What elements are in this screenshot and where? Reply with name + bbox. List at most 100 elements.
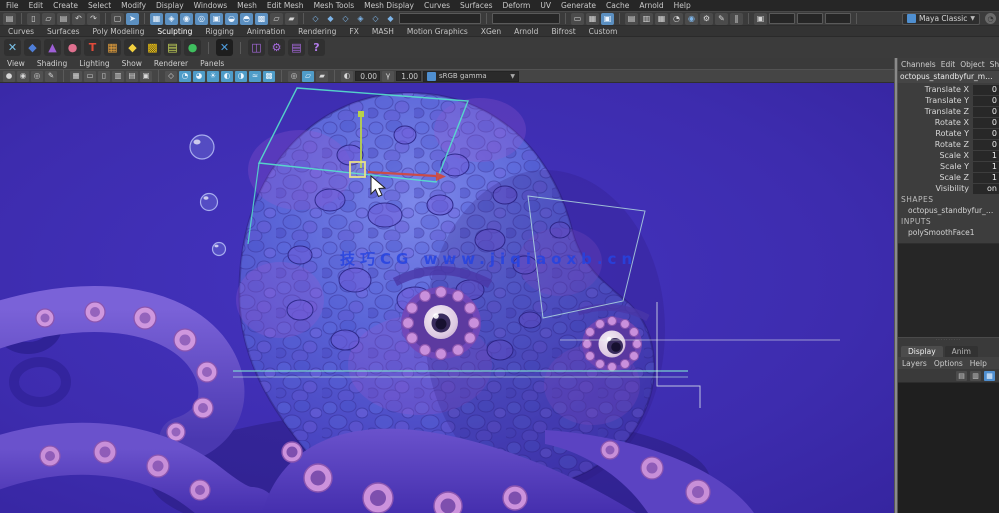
panel-menu-panels[interactable]: Panels <box>200 59 224 68</box>
channel-row[interactable]: Scale X 1 <box>898 150 999 161</box>
channel-row[interactable]: Scale Y 1 <box>898 161 999 172</box>
gamma-icon[interactable]: γ <box>382 70 394 82</box>
menu-surfaces[interactable]: Surfaces <box>460 1 492 10</box>
channel-row[interactable]: Translate Z 0 <box>898 106 999 117</box>
channel-row[interactable]: Rotate Z 0 <box>898 139 999 150</box>
panel-menu-lighting[interactable]: Lighting <box>79 59 109 68</box>
light-editor-icon[interactable]: ⚙ <box>700 12 713 25</box>
snap-together-icon[interactable]: ▩ <box>255 12 268 25</box>
shelf-tab-rendering[interactable]: Rendering <box>298 27 336 36</box>
snap-grid-icon[interactable]: ▦ <box>150 12 163 25</box>
channel-row[interactable]: Rotate Y 0 <box>898 128 999 139</box>
isolate-select-icon[interactable]: ◎ <box>288 70 300 82</box>
scene-selector-icon[interactable]: ▤ <box>3 12 16 25</box>
channel-value-field[interactable]: 0 <box>973 139 999 150</box>
gamma-field[interactable]: 1.00 <box>396 71 421 81</box>
render-current-frame-icon[interactable]: ▤ <box>625 12 638 25</box>
shelf-tab-animation[interactable]: Animation <box>247 27 285 36</box>
channel-value-field[interactable]: 1 <box>973 150 999 161</box>
saved-layout-icon[interactable]: ▣ <box>601 12 614 25</box>
history-outputs-icon[interactable]: ▰ <box>285 12 298 25</box>
shelf-tab-motion-graphics[interactable]: Motion Graphics <box>407 27 468 36</box>
select-camera-icon[interactable]: ◉ <box>17 70 29 82</box>
snap-curve-icon[interactable]: ◈ <box>165 12 178 25</box>
lock-camera-icon[interactable]: ◎ <box>31 70 43 82</box>
menu-generate[interactable]: Generate <box>561 1 596 10</box>
shelf-tab-sculpting[interactable]: Sculpting <box>157 27 192 36</box>
resolution-gate-icon[interactable]: ▯ <box>98 70 110 82</box>
render-flag-icon[interactable]: ◆ <box>324 13 337 25</box>
menu-edit-mesh[interactable]: Edit Mesh <box>267 1 304 10</box>
snap-projected-center-icon[interactable]: ◎ <box>195 12 208 25</box>
menu-uv[interactable]: UV <box>540 1 551 10</box>
single-pane-icon[interactable]: ▭ <box>571 12 584 25</box>
menu-mesh-display[interactable]: Mesh Display <box>364 1 414 10</box>
field-chart-icon[interactable]: ▤ <box>126 70 138 82</box>
shelf-tab-bifrost[interactable]: Bifrost <box>551 27 575 36</box>
textured-mode-icon[interactable]: ◕ <box>193 70 205 82</box>
sculpt-knife-brush-icon[interactable]: ▲ <box>44 39 61 56</box>
pause-viewport-icon[interactable]: ‖ <box>730 12 743 25</box>
use-all-lights-icon[interactable]: ☀ <box>207 70 219 82</box>
panel-menu-show[interactable]: Show <box>122 59 142 68</box>
layer-editor-menu-help[interactable]: Help <box>970 359 987 368</box>
layer-editor-menu-options[interactable]: Options <box>934 359 963 368</box>
snap-view-plane-icon[interactable]: ▣ <box>210 12 223 25</box>
reference-flag-icon[interactable]: ◆ <box>384 13 397 25</box>
new-layer-icon[interactable]: ▦ <box>984 370 995 381</box>
channel-value-field[interactable]: 1 <box>973 161 999 172</box>
channel-box-menu-channels[interactable]: Channels <box>901 60 936 69</box>
motion-blur-icon[interactable]: ≈ <box>249 70 261 82</box>
grid-toggle-icon[interactable]: ▦ <box>70 70 82 82</box>
layer-editor-tab-anim[interactable]: Anim <box>944 346 978 357</box>
sculpt-grab-brush-icon[interactable]: ◆ <box>24 39 41 56</box>
xray-mode-icon[interactable]: ▱ <box>302 70 314 82</box>
sculpt-pattern-brush-icon[interactable]: ▦ <box>104 39 121 56</box>
redo-icon[interactable]: ↷ <box>87 12 100 25</box>
shelf-tab-poly-modeling[interactable]: Poly Modeling <box>93 27 145 36</box>
joint-xray-icon[interactable]: ▰ <box>316 70 328 82</box>
channel-value-field[interactable]: on <box>973 183 999 194</box>
layer-editor-tab-display[interactable]: Display <box>901 346 943 357</box>
menu-select[interactable]: Select <box>88 1 111 10</box>
input-line-y-field[interactable] <box>797 13 823 24</box>
camera-attributes-icon[interactable]: ✎ <box>45 70 57 82</box>
channel-box-menu-show[interactable]: Show <box>990 60 999 69</box>
channel-box-node[interactable]: polySmoothFace1 <box>898 227 999 238</box>
mash-help-icon[interactable]: ? <box>308 39 325 56</box>
menu-create[interactable]: Create <box>53 1 78 10</box>
layer-list[interactable] <box>898 382 999 513</box>
channel-row[interactable]: Rotate X 0 <box>898 117 999 128</box>
panel-menu-view[interactable]: View <box>7 59 25 68</box>
channel-value-field[interactable]: 1 <box>973 172 999 183</box>
anti-aliasing-icon[interactable]: ▩ <box>263 70 275 82</box>
channel-value-field[interactable]: 0 <box>973 106 999 117</box>
undo-icon[interactable]: ↶ <box>72 12 85 25</box>
camera-name-field[interactable] <box>492 13 560 24</box>
panel-menu-shading[interactable]: Shading <box>37 59 67 68</box>
menu-deform[interactable]: Deform <box>502 1 530 10</box>
sculpt-smear-brush-icon[interactable]: ● <box>64 39 81 56</box>
make-live-icon[interactable]: ◓ <box>240 12 253 25</box>
mash-distribute-icon[interactable]: ◫ <box>248 39 265 56</box>
octopus-left-eye[interactable] <box>401 285 481 361</box>
channel-value-field[interactable]: 0 <box>973 84 999 95</box>
empty-layer-icon[interactable]: ▥ <box>970 370 981 381</box>
construction-history-icon[interactable]: ◇ <box>309 13 322 25</box>
checker-texture-icon[interactable]: ▩ <box>144 39 161 56</box>
gate-mask-icon[interactable]: ▥ <box>112 70 124 82</box>
input-line-mode-icon[interactable]: ▣ <box>754 12 767 25</box>
channel-box-menu-edit[interactable]: Edit <box>941 60 956 69</box>
channel-row[interactable]: Translate X 0 <box>898 84 999 95</box>
quick-selection-field[interactable] <box>399 13 481 24</box>
input-line-z-field[interactable] <box>825 13 851 24</box>
viewport-canvas[interactable]: 技巧CG www.jiqiaoxb.cn <box>0 83 894 513</box>
shaded-mode-icon[interactable]: ◔ <box>179 70 191 82</box>
snap-point-icon[interactable]: ◉ <box>180 12 193 25</box>
sculpt-pinch-brush-icon[interactable]: ◆ <box>124 39 141 56</box>
shelf-tab-rigging[interactable]: Rigging <box>205 27 233 36</box>
safe-action-icon[interactable]: ▣ <box>140 70 152 82</box>
shelf-tab-custom[interactable]: Custom <box>589 27 618 36</box>
mash-id-icon[interactable]: ▤ <box>288 39 305 56</box>
channel-row[interactable]: Scale Z 1 <box>898 172 999 183</box>
